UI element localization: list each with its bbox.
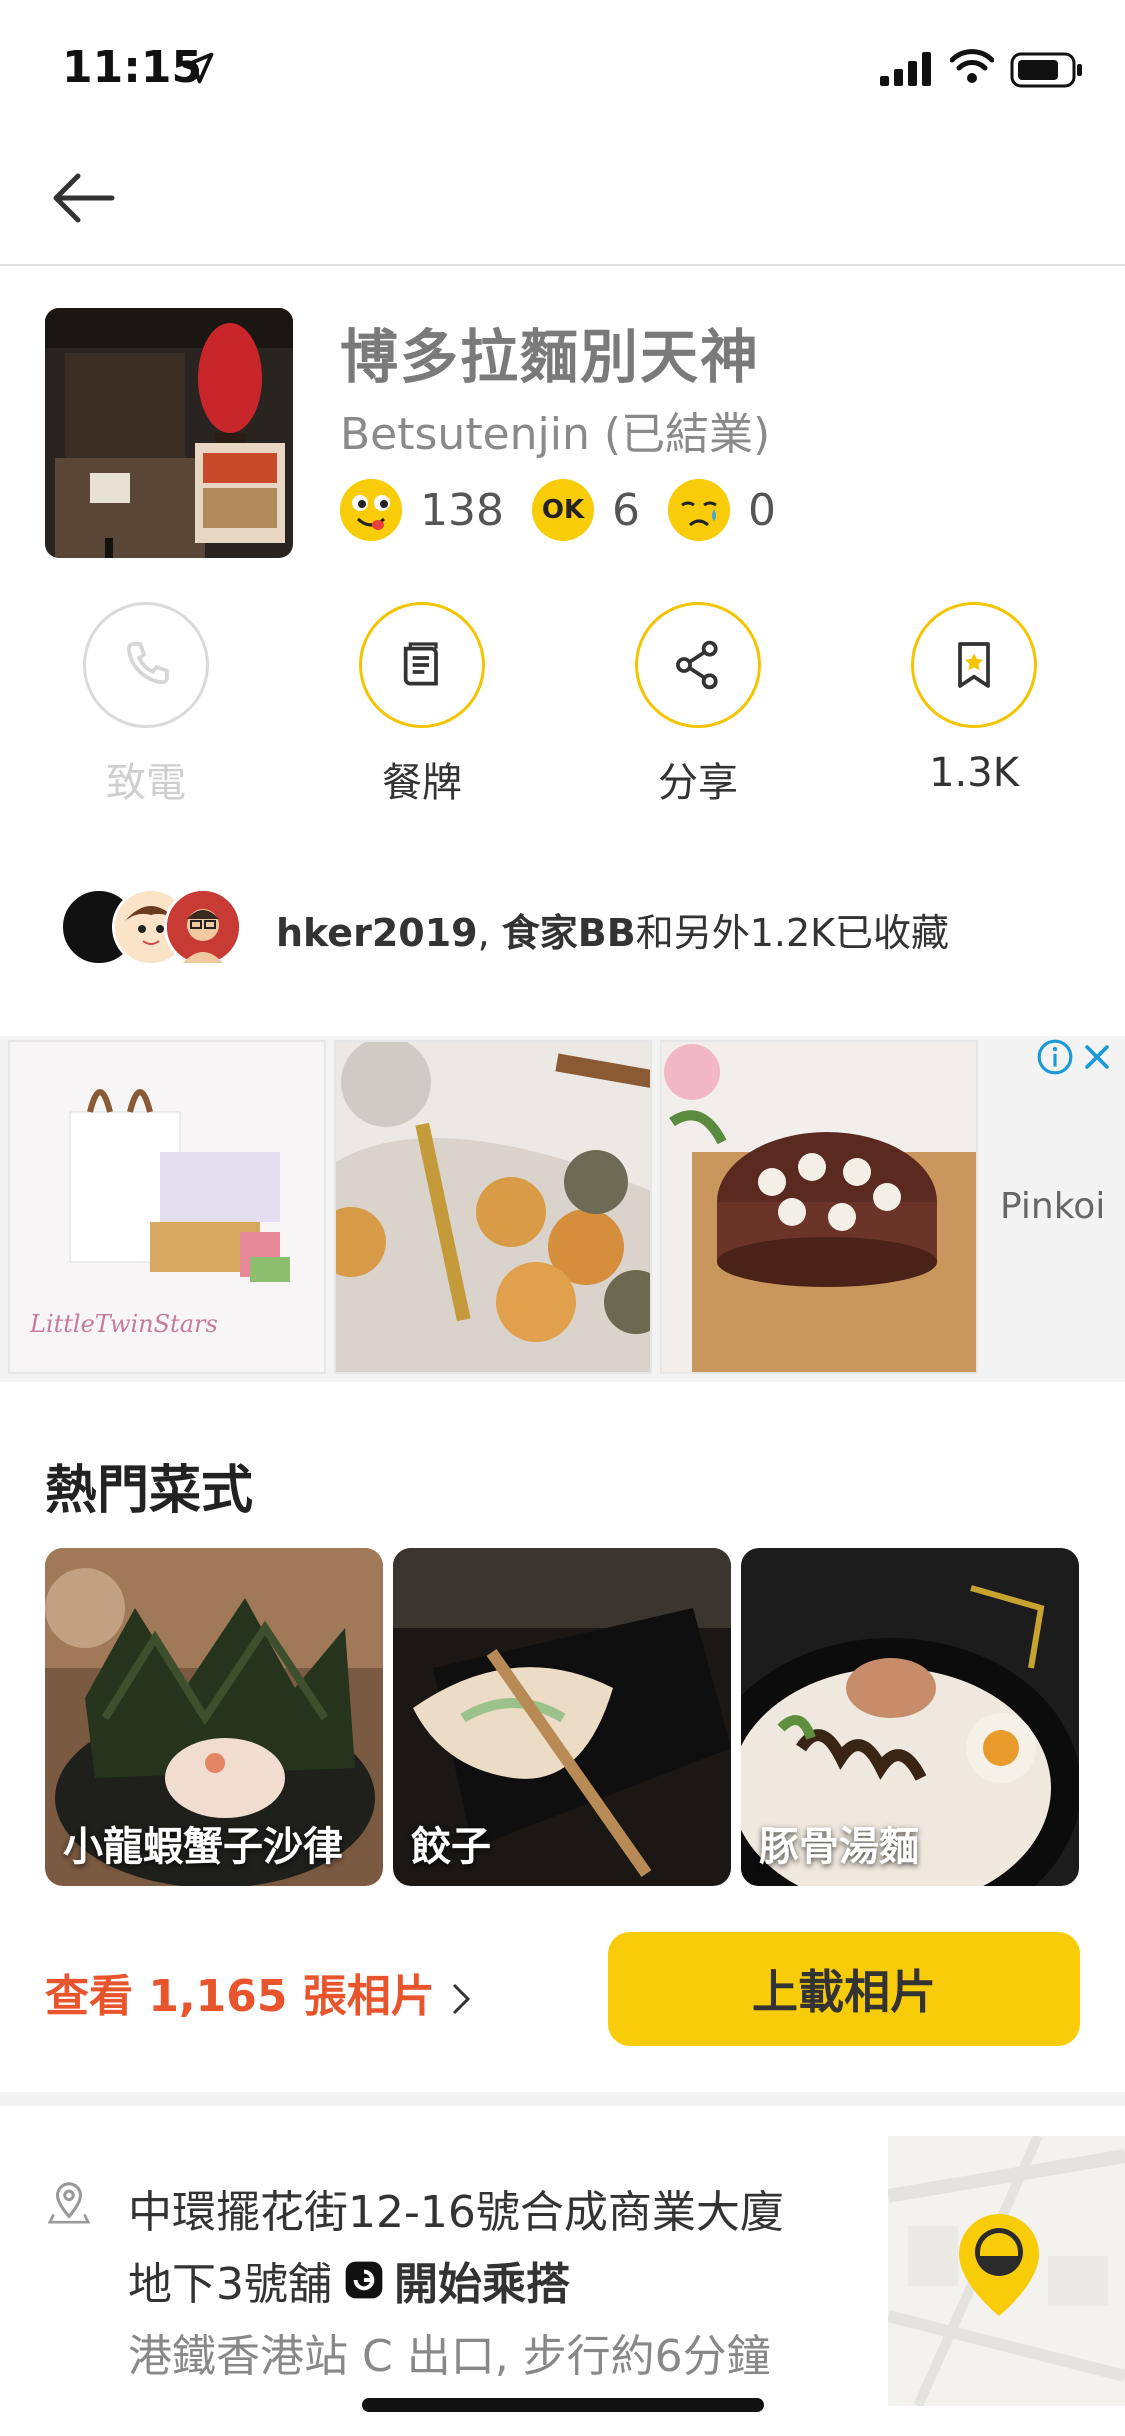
bad-count: 0: [747, 484, 776, 536]
ride-icon: [345, 2261, 383, 2299]
bookmark-avatars[interactable]: [60, 888, 250, 968]
bookmark-icon: [958, 642, 990, 688]
restaurant-photo[interactable]: [45, 308, 293, 558]
bookmarked-by-text[interactable]: hker2019, 食家BB和另外1.2K已收藏: [276, 902, 949, 957]
bookmark-rest: 和另外1.2K已收藏: [635, 911, 950, 955]
yummy-face-icon: [340, 479, 402, 541]
ad-close-icon[interactable]: [1080, 1040, 1114, 1074]
popular-dishes-title: 熱門菜式: [45, 1461, 254, 1521]
menu-icon: [403, 642, 438, 686]
address-line-1[interactable]: 中環擺花街12-16號合成商業大廈: [128, 2176, 784, 2240]
ad-banner[interactable]: LittleTwinStars Pinkoi: [0, 1036, 1125, 1382]
dish-name: 小龍蝦蟹子沙律: [63, 1824, 343, 1870]
address-line-2[interactable]: 地下3號舖 開始乘搭: [128, 2248, 570, 2312]
view-photos-link[interactable]: 查看 1,165 張相片: [45, 1960, 472, 2024]
call-button[interactable]: 致電: [46, 602, 246, 808]
ok-face-icon: OK: [531, 479, 594, 541]
share-icon: [676, 640, 718, 690]
address-unit: 地下3號舖: [128, 2259, 332, 2310]
phone-icon: [126, 642, 169, 685]
back-arrow-icon[interactable]: [48, 168, 118, 228]
call-label: 致電: [106, 760, 186, 806]
signal-icon: [880, 52, 931, 86]
dish-card[interactable]: 餃子: [393, 1548, 731, 1886]
home-indicator[interactable]: [362, 2398, 764, 2412]
good-count: 138: [420, 484, 504, 536]
menu-button[interactable]: 餐牌: [322, 602, 522, 808]
map-pin-icon: [959, 2214, 1039, 2316]
rating-row: 138 OK 6 0: [340, 478, 804, 542]
ad-image[interactable]: [334, 1040, 652, 1374]
bookmark-count: 1.3K: [929, 750, 1019, 796]
ad-info-icon[interactable]: [1036, 1038, 1074, 1076]
svg-text:LittleTwinStars: LittleTwinStars: [29, 1310, 218, 1338]
bookmark-button[interactable]: 1.3K: [874, 602, 1074, 796]
dish-name: 豚骨湯麵: [759, 1824, 919, 1870]
view-photos-label: 查看 1,165 張相片: [45, 1971, 435, 2022]
sad-face-icon: [667, 479, 730, 541]
dish-name: 餃子: [411, 1824, 491, 1870]
dish-card[interactable]: 豚骨湯麵: [741, 1548, 1079, 1886]
avatar: [164, 888, 242, 966]
ok-count: 6: [611, 484, 640, 536]
bookmark-user-2[interactable]: 食家BB: [502, 911, 636, 955]
dish-card[interactable]: 小龍蝦蟹子沙律: [45, 1548, 383, 1886]
share-button[interactable]: 分享: [598, 602, 798, 808]
ad-image[interactable]: [660, 1040, 978, 1374]
menu-label: 餐牌: [382, 760, 462, 806]
restaurant-name: 博多拉麵別天神: [340, 323, 761, 391]
section-divider: [0, 2092, 1125, 2106]
upload-photos-button[interactable]: 上載相片: [608, 1932, 1080, 2046]
wifi-icon: [950, 49, 994, 83]
bookmark-separator: ,: [477, 911, 502, 955]
share-label: 分享: [658, 760, 738, 806]
start-ride-link[interactable]: 開始乘搭: [394, 2248, 570, 2312]
address-directions: 港鐵香港站 C 出口, 步行約6分鐘: [128, 2331, 771, 2382]
map-thumbnail[interactable]: [888, 2136, 1125, 2406]
ad-image[interactable]: LittleTwinStars: [8, 1040, 326, 1374]
chevron-right-icon: [453, 1983, 471, 2015]
header-divider: [0, 264, 1125, 266]
location-arrow-icon: [182, 52, 214, 84]
battery-icon: [1010, 52, 1082, 88]
ad-brand[interactable]: Pinkoi: [1000, 1186, 1105, 1227]
location-pin-icon: [47, 2182, 91, 2224]
bookmark-user-1[interactable]: hker2019: [276, 911, 478, 955]
restaurant-subtitle: Betsutenjin (已結業): [340, 409, 771, 460]
